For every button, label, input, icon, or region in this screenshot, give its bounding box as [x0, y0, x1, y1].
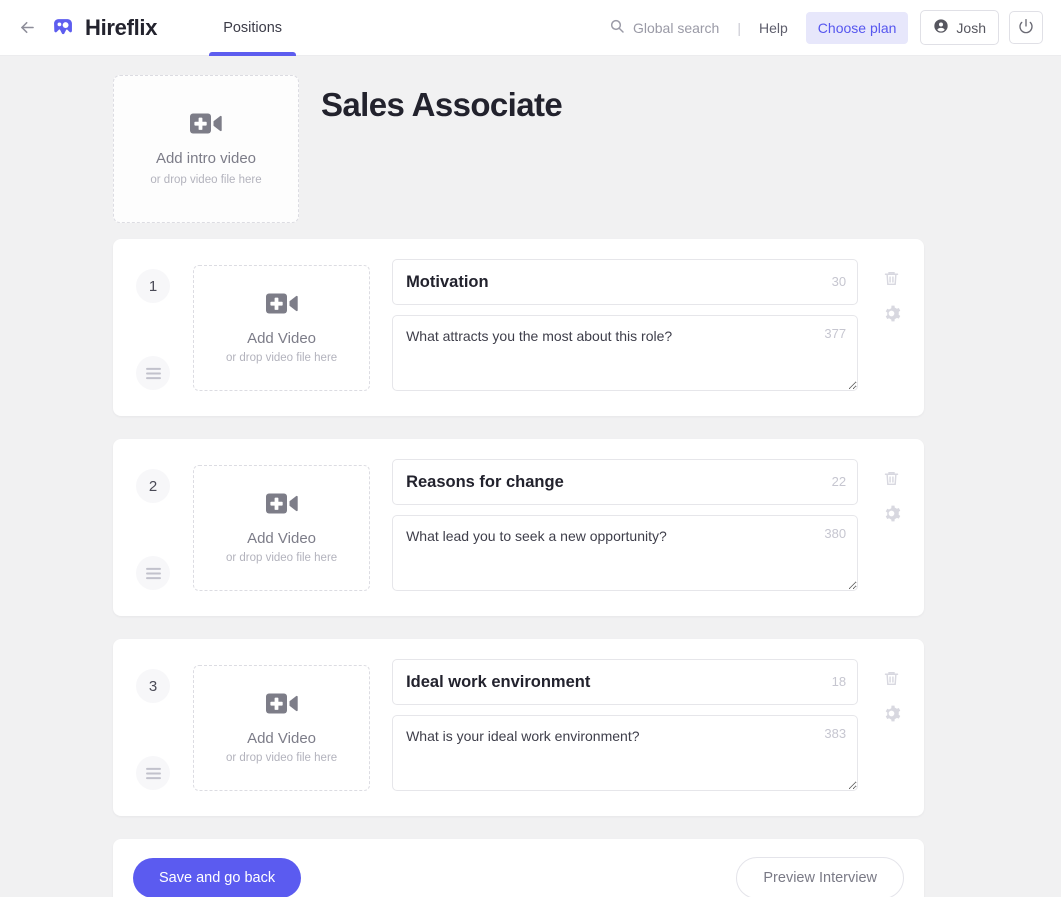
add-video-subtitle: or drop video file here: [225, 751, 338, 764]
question-description-input[interactable]: [392, 715, 859, 791]
global-search-label: Global search: [632, 19, 720, 36]
drag-handle-icon[interactable]: [136, 356, 171, 390]
brand-logo-link[interactable]: Hireflix: [50, 15, 157, 41]
video-plus-icon: [190, 112, 222, 140]
trash-icon[interactable]: [880, 267, 902, 289]
questions-list: 1 Add Video or drop video file here Moti…: [0, 223, 1061, 816]
video-plus-icon: [265, 292, 298, 320]
top-nav-right-group: Global search | Help Choose plan Josh: [601, 10, 1043, 45]
question-order-column: 2: [113, 459, 193, 596]
add-video-title: Add Video: [247, 329, 317, 347]
question-actions: [858, 459, 924, 596]
question-title-field-wrap: 30: [392, 259, 859, 305]
question-title-field-wrap: 18: [392, 659, 859, 705]
question-title-input[interactable]: [392, 659, 859, 705]
drag-handle-icon[interactable]: [136, 556, 171, 590]
user-menu-button[interactable]: Josh: [920, 10, 999, 45]
add-intro-video-subtitle: or drop video file here: [150, 174, 262, 186]
add-intro-video-title: Add intro video: [155, 150, 257, 167]
question-title-input[interactable]: [392, 259, 859, 305]
question-card: 1 Add Video or drop video file here Moti…: [113, 239, 924, 416]
question-number-badge: 1: [136, 269, 171, 303]
page-title: Sales Associate: [321, 86, 563, 123]
back-arrow-icon[interactable]: [14, 15, 40, 41]
main-nav: Positions: [209, 0, 296, 56]
question-actions: [858, 259, 924, 396]
brand-name: Hireflix: [85, 14, 158, 40]
add-video-subtitle: or drop video file here: [225, 351, 338, 364]
form-actions-bar: Save and go back Preview Interview: [113, 839, 924, 897]
video-plus-icon: [265, 492, 298, 520]
question-order-column: 1: [113, 259, 193, 396]
choose-plan-button[interactable]: Choose plan: [805, 11, 909, 44]
question-order-column: 3: [113, 659, 193, 796]
question-description-field-wrap: 383: [392, 715, 859, 796]
question-description-field-wrap: 377: [392, 315, 859, 396]
gear-icon[interactable]: [880, 702, 902, 724]
question-number-badge: 3: [136, 669, 171, 703]
top-navigation-bar: Hireflix Positions Global search | Help …: [0, 0, 1061, 56]
drag-handle-icon[interactable]: [136, 756, 171, 790]
add-video-subtitle: or drop video file here: [225, 551, 338, 564]
question-description-input[interactable]: [392, 515, 859, 591]
video-plus-icon: [265, 692, 298, 720]
user-name-label: Josh: [956, 19, 986, 36]
hero-section: Add intro video or drop video file here …: [0, 56, 1061, 223]
tab-positions[interactable]: Positions: [209, 0, 296, 56]
question-number-badge: 2: [136, 469, 171, 503]
header-divider: |: [737, 19, 741, 36]
question-fields: 22 380: [370, 459, 859, 596]
question-fields: 18 383: [370, 659, 859, 796]
question-title-field-wrap: 22: [392, 459, 859, 505]
tab-positions-label: Positions: [223, 19, 283, 36]
question-card: 2 Add Video or drop video file here Reas…: [113, 439, 924, 616]
page-body: Add intro video or drop video file here …: [0, 56, 1061, 897]
add-video-dropzone[interactable]: Add Video or drop video file here: [193, 264, 371, 391]
hireflix-logo-icon: [54, 18, 72, 34]
gear-icon[interactable]: [880, 302, 902, 324]
power-icon: [1018, 18, 1034, 37]
save-and-go-back-button[interactable]: Save and go back: [133, 857, 302, 897]
global-search-button[interactable]: Global search: [601, 18, 727, 37]
help-link[interactable]: Help: [751, 20, 796, 36]
add-video-dropzone[interactable]: Add Video or drop video file here: [193, 664, 371, 791]
question-description-input[interactable]: [392, 315, 859, 391]
add-intro-video-dropzone[interactable]: Add intro video or drop video file here: [113, 75, 299, 223]
trash-icon[interactable]: [880, 667, 902, 689]
question-fields: 30 377: [370, 259, 859, 396]
user-circle-icon: [933, 18, 949, 37]
question-card: 3 Add Video or drop video file here Idea…: [113, 639, 924, 816]
search-icon: [609, 18, 625, 37]
trash-icon[interactable]: [880, 467, 902, 489]
logout-button[interactable]: [1009, 11, 1043, 44]
question-title-input[interactable]: [392, 459, 859, 505]
add-video-title: Add Video: [247, 729, 317, 747]
gear-icon[interactable]: [880, 502, 902, 524]
question-actions: [858, 659, 924, 796]
add-video-dropzone[interactable]: Add Video or drop video file here: [193, 464, 371, 591]
preview-interview-button[interactable]: Preview Interview: [736, 856, 904, 897]
question-description-field-wrap: 380: [392, 515, 859, 596]
add-video-title: Add Video: [247, 529, 317, 547]
